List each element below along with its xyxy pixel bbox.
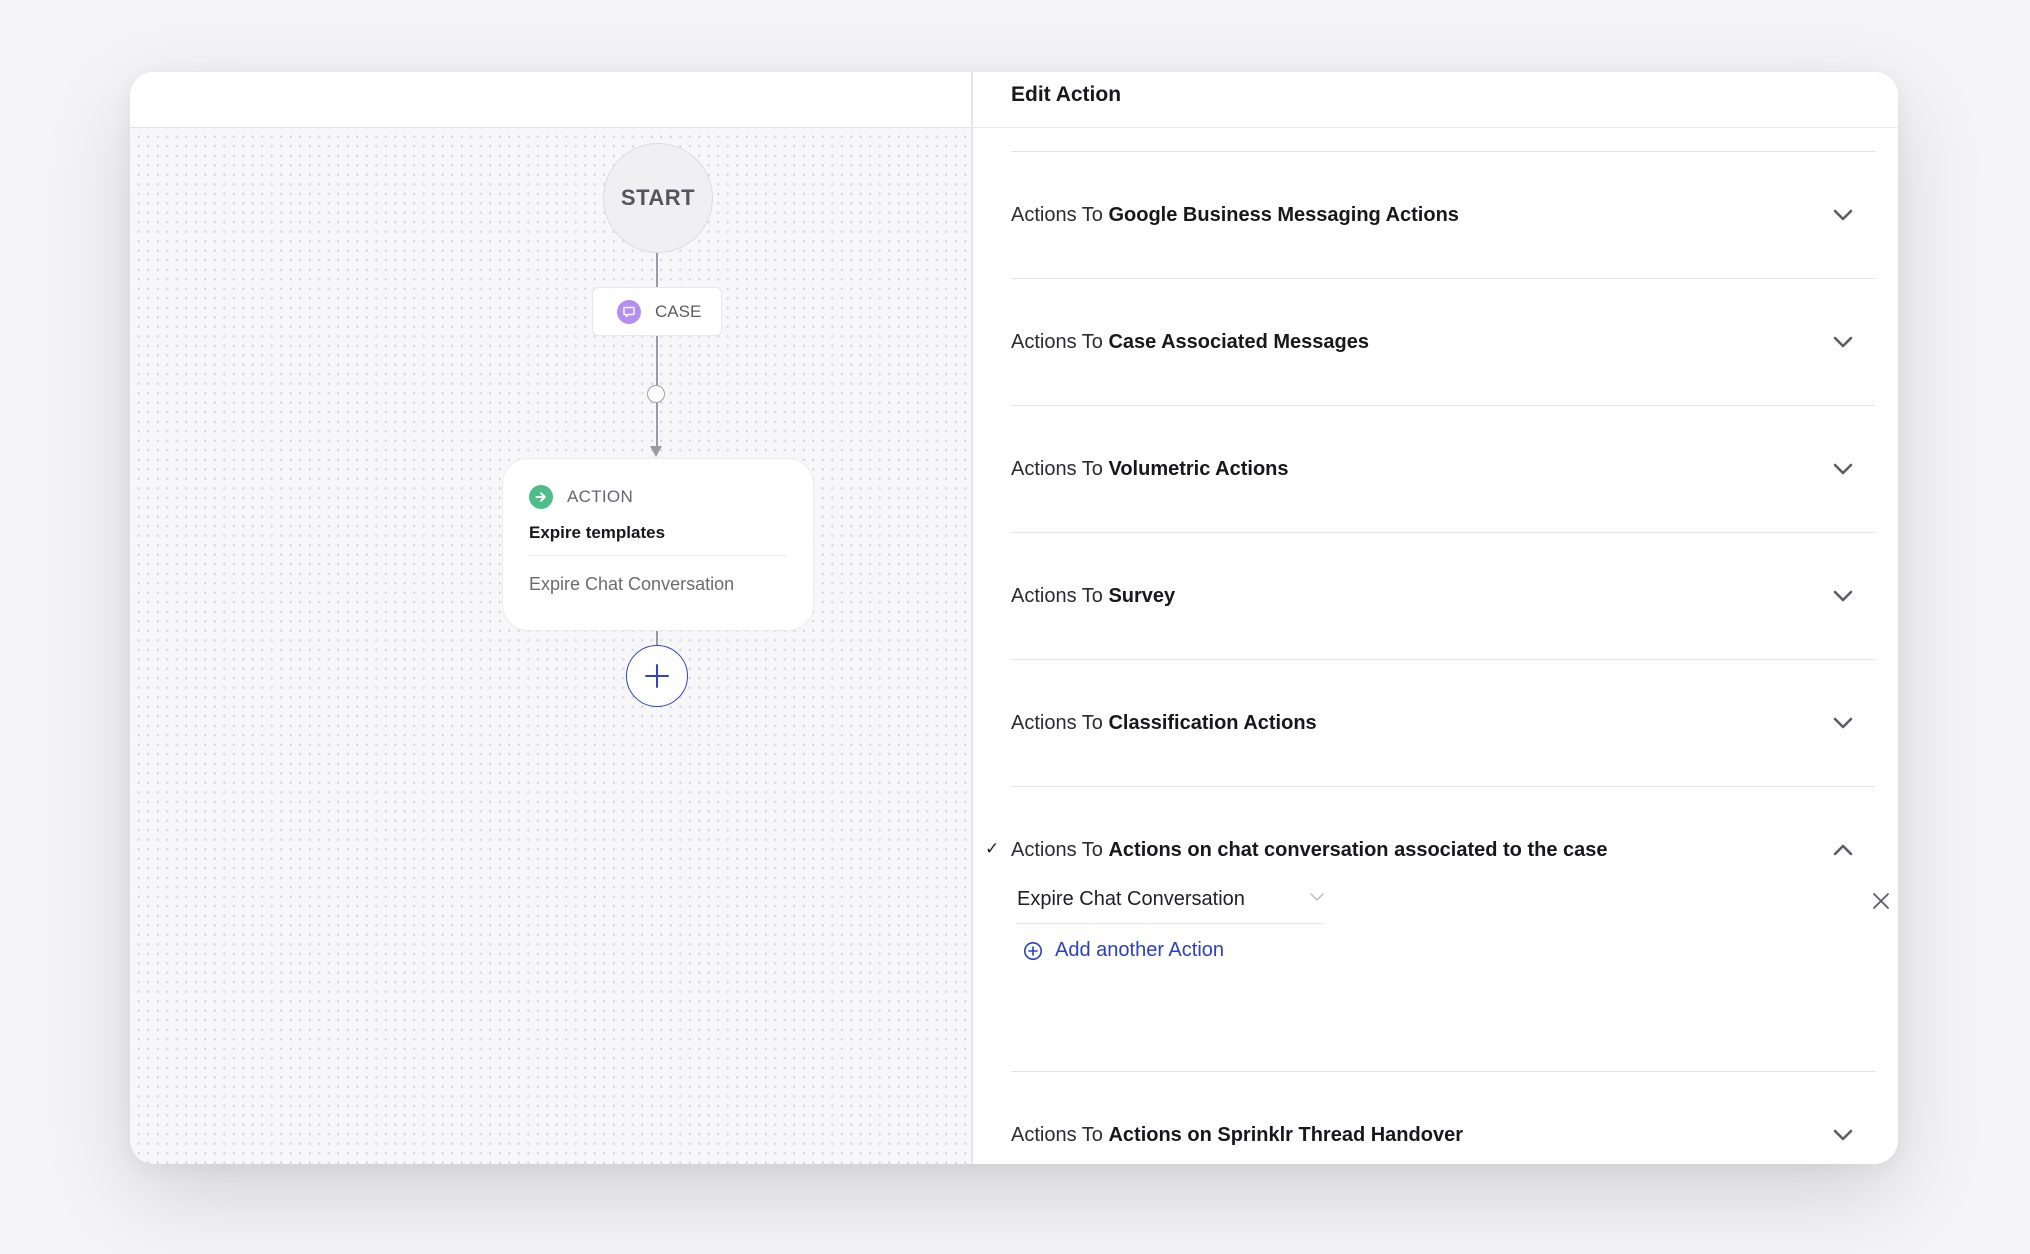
- action-title: Expire templates: [529, 523, 666, 542]
- close-icon: [1873, 893, 1889, 909]
- section-header[interactable]: Actions To Survey: [1011, 533, 1875, 659]
- section-survey: Actions To Survey: [1011, 532, 1875, 659]
- section-prefix: Actions To: [1011, 203, 1109, 226]
- add-node-button[interactable]: [626, 645, 688, 707]
- arrow-right-circle-icon: [529, 485, 553, 509]
- section-header[interactable]: Actions To Actions on Sprinklr Thread Ha…: [1011, 1072, 1875, 1164]
- panel-header: Edit Action: [973, 72, 1898, 128]
- section-prefix: Actions To: [1011, 711, 1109, 734]
- action-type-label: ACTION: [567, 487, 634, 506]
- rule-editor-window: START CASE ACTION Expire templates Expir…: [130, 72, 1898, 1164]
- section-name: Survey: [1108, 584, 1176, 607]
- section-prefix: Actions To: [1011, 584, 1109, 607]
- add-another-action-label: Add another Action: [1055, 939, 1225, 961]
- section-name: Case Associated Messages: [1108, 330, 1369, 353]
- trigger-label: CASE: [655, 301, 702, 321]
- section-chat-conversation-actions: ✓ Actions To Actions on chat conversatio…: [985, 786, 1889, 1071]
- section-body: Expire Chat Conversation Add another Act…: [1011, 875, 1889, 1071]
- action-subtitle: Expire Chat Conversation: [529, 574, 735, 594]
- connector-start-case: [656, 251, 658, 287]
- section-name: Google Business Messaging Actions: [1108, 203, 1459, 226]
- chevron-down-icon[interactable]: [1831, 203, 1855, 227]
- action-node-card[interactable]: ACTION Expire templates Expire Chat Conv…: [502, 458, 814, 631]
- section-case-associated-messages: Actions To Case Associated Messages: [1011, 278, 1875, 405]
- chevron-down-icon[interactable]: [1831, 711, 1855, 735]
- section-google-business-messaging: Actions To Google Business Messaging Act…: [1011, 151, 1875, 278]
- chevron-down-icon[interactable]: [1831, 330, 1855, 354]
- arrow-down-icon: [650, 446, 662, 457]
- chevron-down-icon: [1310, 893, 1324, 901]
- canvas-toolbar: [130, 72, 971, 128]
- chevron-down-icon[interactable]: [1831, 1123, 1855, 1147]
- section-prefix: Actions To: [1011, 1123, 1109, 1146]
- start-node[interactable]: START: [603, 143, 713, 253]
- chevron-down-icon[interactable]: [1831, 457, 1855, 481]
- trigger-node-case[interactable]: CASE: [592, 287, 722, 336]
- connector-case-junction: [656, 336, 658, 386]
- section-prefix: Actions To: [1011, 457, 1109, 480]
- edit-action-panel: Edit Action Actions To Google Business M…: [973, 72, 1898, 1164]
- connector-junction-action: [656, 402, 658, 450]
- section-name: Actions on chat conversation associated …: [1108, 838, 1608, 861]
- flow-canvas[interactable]: START CASE ACTION Expire templates Expir…: [130, 128, 971, 1164]
- section-header[interactable]: Actions To Classification Actions: [1011, 660, 1875, 786]
- junction-node[interactable]: [647, 385, 665, 403]
- section-volumetric-actions: Actions To Volumetric Actions: [1011, 405, 1875, 532]
- checkmark-icon: ✓: [985, 839, 1000, 858]
- remove-action-button[interactable]: [1871, 891, 1891, 911]
- chat-bubble-icon: [617, 299, 641, 324]
- section-prefix: Actions To: [1011, 330, 1109, 353]
- section-sprinklr-thread-handover: Actions To Actions on Sprinklr Thread Ha…: [1011, 1071, 1875, 1164]
- section-header[interactable]: Actions To Case Associated Messages: [1011, 279, 1875, 405]
- action-select-value: Expire Chat Conversation: [1017, 887, 1245, 910]
- section-classification-actions: Actions To Classification Actions: [1011, 659, 1875, 786]
- plus-icon: [645, 664, 669, 688]
- start-label: START: [620, 185, 696, 210]
- section-name: Actions on Sprinklr Thread Handover: [1108, 1123, 1463, 1146]
- section-header[interactable]: Actions To Google Business Messaging Act…: [1011, 152, 1875, 278]
- plus-circle-icon: [1024, 941, 1042, 960]
- action-card-divider: [529, 555, 787, 556]
- panel-title: Edit Action: [1011, 83, 1122, 106]
- action-sections-list: Actions To Google Business Messaging Act…: [985, 151, 1889, 1164]
- section-prefix: Actions To: [1011, 838, 1109, 861]
- add-another-action-link[interactable]: Add another Action: [1023, 939, 1224, 962]
- chevron-up-icon[interactable]: [1831, 838, 1855, 862]
- section-name: Classification Actions: [1108, 711, 1317, 734]
- section-header[interactable]: Actions To Volumetric Actions: [1011, 406, 1875, 532]
- chevron-down-icon[interactable]: [1831, 584, 1855, 608]
- action-select-dropdown[interactable]: Expire Chat Conversation: [1017, 875, 1324, 924]
- section-name: Volumetric Actions: [1108, 457, 1289, 480]
